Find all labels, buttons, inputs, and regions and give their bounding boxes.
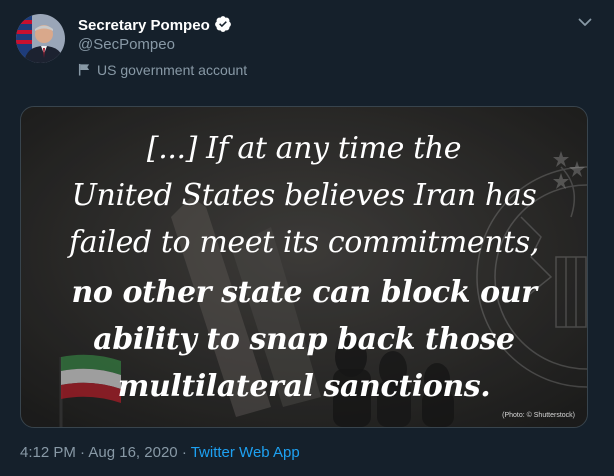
tweet-time[interactable]: 4:12 PM: [20, 444, 76, 461]
tweet-image[interactable]: [...] If at any time the United States b…: [20, 106, 588, 428]
author-name-row[interactable]: Secretary Pompeo: [78, 15, 232, 34]
tweet: Secretary Pompeo @SecPompeo US governmen…: [0, 0, 614, 476]
flag-icon: [78, 63, 90, 76]
quote-line-1: [...] If at any time the: [146, 131, 462, 166]
tweet-date[interactable]: Aug 16, 2020: [88, 444, 177, 461]
quote-line-6: multilateral sanctions.: [117, 369, 491, 404]
quote-line-2: United States believes Iran has: [71, 178, 537, 213]
government-account-label: US government account: [78, 62, 247, 78]
photo-credit: (Photo: © Shutterstock): [502, 412, 575, 419]
meta-separator: ·: [181, 444, 187, 461]
government-account-text: US government account: [97, 62, 248, 78]
author-name[interactable]: Secretary Pompeo: [78, 17, 210, 34]
author-handle[interactable]: @SecPompeo: [78, 36, 175, 53]
avatar[interactable]: [16, 14, 65, 63]
meta-separator: ·: [80, 444, 86, 461]
chevron-down-icon[interactable]: [576, 13, 594, 31]
avatar-image: [16, 14, 65, 63]
quote-line-3: failed to meet its commitments,: [69, 225, 539, 260]
quote-line-4: no other state can block our: [71, 275, 537, 310]
verified-icon: [214, 16, 231, 32]
tweet-source-link[interactable]: Twitter Web App: [191, 444, 300, 461]
tweet-meta: 4:12 PM · Aug 16, 2020 · Twitter Web App: [20, 444, 300, 461]
quote-line-5: ability to snap back those: [93, 322, 515, 357]
